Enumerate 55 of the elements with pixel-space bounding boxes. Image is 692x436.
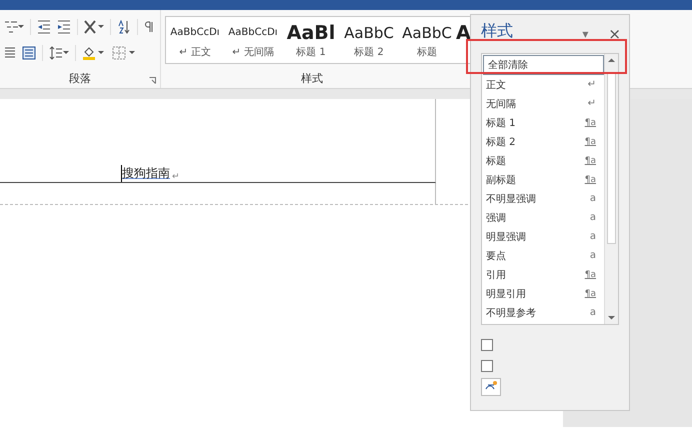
style-type-mark: ↵ [588,98,596,109]
borders-icon[interactable] [112,46,136,60]
style-list-item[interactable]: 标题 2 ¶a [482,132,604,151]
style-type-mark: ¶a [584,270,596,280]
new-style-icon[interactable] [481,378,501,396]
decrease-indent-icon[interactable] [37,20,51,34]
style-gallery-item[interactable]: AaBbCcDı ↵ 无间隔 [224,17,282,63]
style-gallery-item[interactable]: AaBbCcDı ↵ 正文 [166,17,224,63]
style-list-item[interactable]: 不明显参考 a [482,303,604,322]
style-type-mark: a [590,307,596,318]
style-type-mark: ¶a [584,174,596,184]
style-list-item[interactable]: 强调 a [482,208,604,227]
checkbox[interactable] [481,360,493,372]
style-list-item[interactable]: 正文 ↵ [482,75,604,94]
checkbox[interactable] [481,339,493,351]
paragraph-mark: ↵ [172,172,180,182]
style-type-mark: a [590,250,596,261]
style-list-item[interactable]: 要点 a [482,246,604,265]
pane-menu-button[interactable]: ▾ [582,27,588,41]
style-list-item[interactable]: 标题 1 ¶a [482,113,604,132]
style-type-mark: a [590,193,596,204]
style-list-item[interactable]: 标题 ¶a [482,151,604,170]
paragraph-mark-icon[interactable] [144,20,154,34]
style-list-item[interactable]: 全部清除 [483,55,604,75]
style-type-mark: a [590,212,596,223]
style-type-mark: ¶a [584,118,596,128]
style-list-item[interactable]: 副标题 ¶a [482,170,604,189]
increase-indent-icon[interactable] [57,20,71,34]
header-text: 搜狗指南 [121,165,170,182]
style-gallery-item[interactable]: A [456,17,471,63]
style-list-item[interactable]: 明显强调 a [482,227,604,246]
line-spacing-icon[interactable] [49,46,69,60]
distributed-icon[interactable] [22,46,36,60]
style-type-mark: ¶a [584,136,596,146]
style-list-item[interactable]: 无间隔 ↵ [482,94,604,113]
style-list-item[interactable]: 不明显强调 a [482,189,604,208]
group-label: 样式 [301,71,323,86]
multilevel-list-icon[interactable] [4,20,24,34]
sort-icon[interactable] [117,20,131,34]
style-type-mark: a [590,231,596,242]
style-type-mark: ¶a [584,156,596,166]
style-type-mark: ¶a [584,288,596,298]
shading-icon[interactable] [82,46,106,60]
dialog-launcher-icon[interactable] [149,77,156,84]
group-label: 段落 [69,72,91,85]
pane-title: 样式 [481,22,514,39]
justify-icon[interactable] [4,46,16,60]
scroll-bar[interactable] [604,54,618,324]
style-list-item[interactable]: 引用 ¶a [482,265,604,284]
style-type-mark: ↵ [588,79,596,90]
style-gallery-item[interactable]: AaBbC 标题 [398,17,456,63]
style-list-item[interactable]: 明显引用 ¶a [482,284,604,303]
style-gallery-item[interactable]: AaBl 标题 1 [282,17,340,63]
close-button[interactable]: × [608,25,621,43]
style-gallery-item[interactable]: AaBbC 标题 2 [340,17,398,63]
